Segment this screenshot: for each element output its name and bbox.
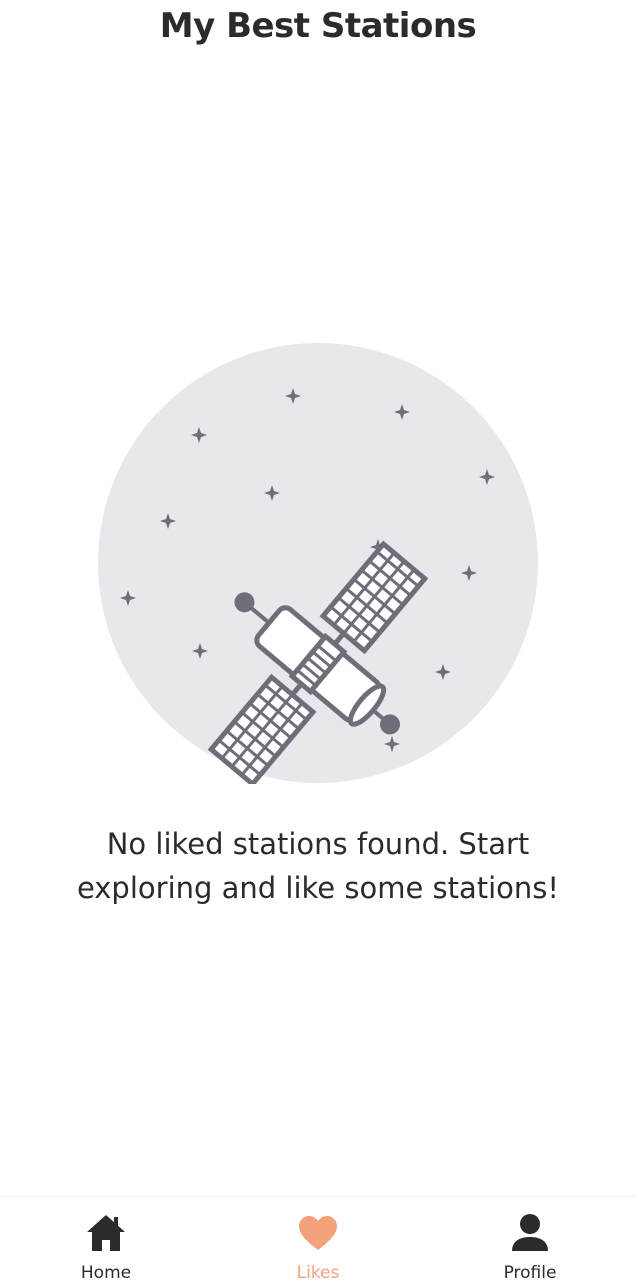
satellite-illustration bbox=[98, 343, 538, 784]
nav-label-likes: Likes bbox=[296, 1263, 340, 1283]
bottom-navigation: Home Likes Profile bbox=[0, 1196, 636, 1283]
page-title: My Best Stations bbox=[159, 6, 477, 46]
nav-label-profile: Profile bbox=[503, 1263, 557, 1283]
nav-item-profile[interactable]: Profile bbox=[424, 1197, 636, 1283]
nav-label-home: Home bbox=[80, 1263, 132, 1283]
empty-state-message: No liked stations found. Start exploring… bbox=[76, 827, 560, 905]
planet-circle bbox=[98, 343, 538, 783]
heart-icon bbox=[299, 1216, 337, 1250]
home-icon bbox=[87, 1215, 125, 1251]
nav-item-home[interactable]: Home bbox=[0, 1197, 212, 1283]
user-icon bbox=[512, 1214, 548, 1251]
nav-item-likes[interactable]: Likes bbox=[212, 1197, 424, 1283]
